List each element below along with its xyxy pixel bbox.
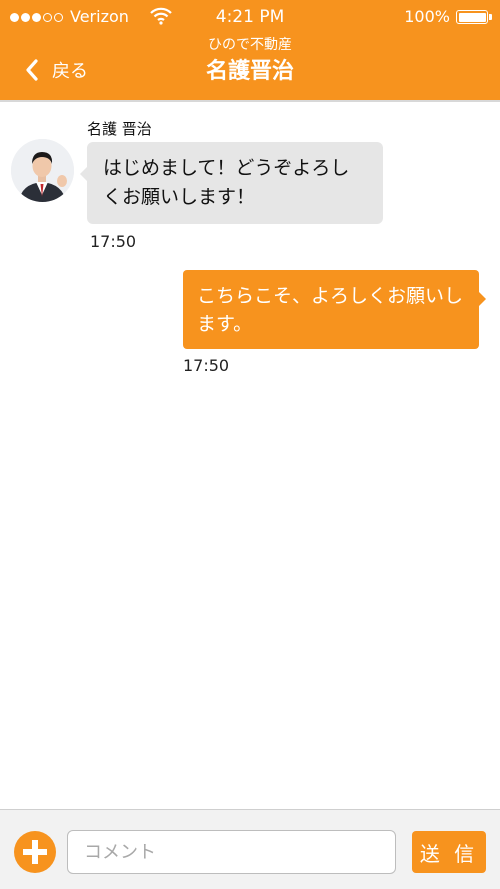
header-subtitle: ひので不動産: [208, 37, 292, 53]
incoming-message-bubble[interactable]: はじめまして！どうぞよろしくお願いします！: [80, 142, 383, 224]
incoming-message-time: 17:50: [90, 232, 137, 251]
battery-icon: [456, 10, 488, 24]
battery-percent: 100%: [404, 7, 450, 26]
add-attachment-button[interactable]: [14, 831, 56, 873]
person-avatar-image: [11, 139, 74, 202]
avatar[interactable]: [11, 139, 74, 202]
message-input-bar: 送 信: [0, 809, 500, 889]
page-title: 名護晋治: [205, 59, 294, 84]
header-divider: [0, 100, 500, 102]
send-button[interactable]: 送 信: [412, 831, 486, 873]
battery-indicator: 100%: [404, 0, 492, 34]
sender-name: 名護 晋治: [87, 120, 152, 138]
status-bar: Verizon 4:21 PM 100%: [0, 0, 500, 34]
outgoing-message-time: 17:50: [183, 356, 230, 375]
comment-input[interactable]: [67, 830, 396, 874]
app-header: Verizon 4:21 PM 100% 戻る ひので不動産 名護晋治: [0, 0, 500, 100]
outgoing-message-bubble[interactable]: こちらこそ、よろしくお願いします。: [183, 270, 486, 349]
